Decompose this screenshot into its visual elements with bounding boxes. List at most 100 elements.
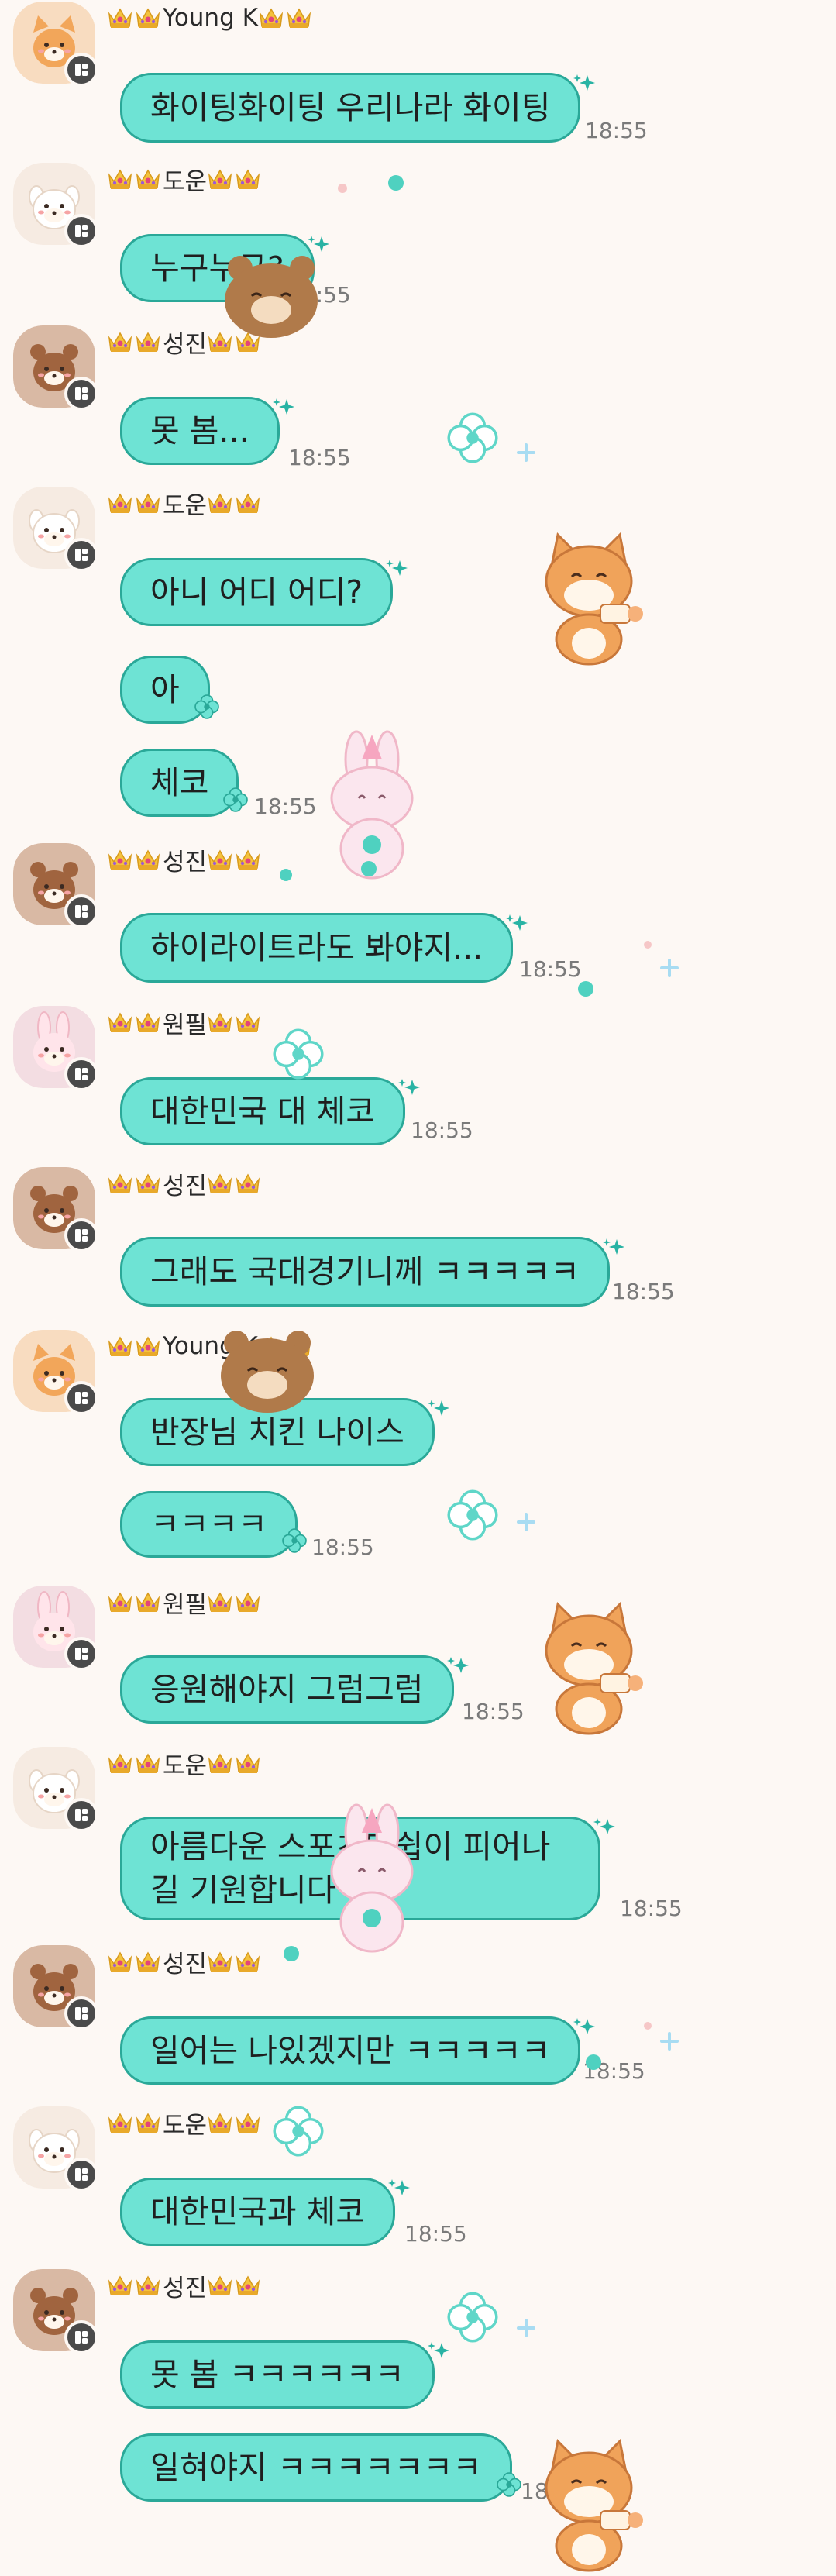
background-sticker — [659, 2030, 680, 2055]
sender-avatar[interactable] — [13, 1586, 98, 1671]
crown-suffix — [207, 1751, 263, 1775]
background-sticker — [360, 860, 377, 880]
crown-icon — [236, 2113, 260, 2133]
crown-icon — [236, 332, 260, 352]
sender-avatar[interactable] — [13, 2106, 98, 2192]
crown-icon — [108, 1753, 132, 1773]
crown-icon — [136, 2113, 160, 2133]
sender-avatar[interactable] — [13, 1167, 98, 1252]
message-text: ㅋㅋㅋㅋ — [150, 1506, 267, 1543]
message-bubble[interactable]: 일어는 나있겠지만 ㅋㅋㅋㅋㅋ — [120, 2016, 596, 2085]
sender-avatar[interactable] — [13, 325, 98, 411]
message-text: 아 — [150, 671, 180, 708]
crown-prefix — [107, 1590, 163, 1613]
plus-sparkle-icon — [517, 443, 535, 462]
message-bubble[interactable]: 못 봄 ㅋㅋㅋㅋㅋㅋ — [120, 2340, 449, 2409]
message-text: 아니 어디 어디? — [150, 573, 363, 611]
background-sticker — [515, 442, 537, 467]
sender-name-text: 도운 — [163, 167, 208, 196]
message-bubble[interactable]: ㅋㅋㅋㅋ — [120, 1491, 307, 1558]
message-timestamp: 18:55 — [521, 2478, 583, 2504]
profile-badge-icon — [64, 1637, 98, 1671]
sparkle-icon — [573, 2018, 596, 2034]
message-bubble[interactable]: 대한민국 대 체코 — [120, 1077, 421, 1145]
sender-name: 성진 — [107, 1166, 263, 1201]
bubble-sparkle — [426, 1390, 451, 1433]
message-timestamp: 18:55 — [311, 1534, 374, 1560]
clover-icon — [273, 2106, 324, 2157]
plus-sparkle-icon — [660, 2032, 679, 2051]
message-timestamp: 18:55 — [462, 1699, 525, 1724]
profile-badge-icon — [64, 377, 98, 411]
sender-avatar[interactable] — [13, 1945, 98, 2030]
message-bubble[interactable]: 못 봄... — [120, 397, 294, 465]
profile-badge-icon — [64, 2320, 98, 2354]
sender-name-text: 성진 — [163, 330, 208, 359]
sender-avatar[interactable] — [13, 1006, 98, 1091]
message-bubble[interactable]: 누구누구? — [120, 234, 329, 302]
dot-sparkle-icon — [644, 2022, 652, 2030]
profile-badge-icon — [64, 53, 98, 87]
crown-suffix — [207, 1172, 263, 1195]
clover-icon — [447, 412, 498, 463]
crown-icon — [108, 1951, 132, 1972]
sender-name: Young K — [107, 1328, 314, 1364]
message-bubble[interactable]: 아름다운 스포츠맨쉽이 피어나길 기원합니다 — [120, 1817, 615, 1920]
message-text: 일혀야지 ㅋㅋㅋㅋㅋㅋㅋ — [150, 2449, 482, 2486]
background-sticker — [515, 2317, 537, 2342]
crown-suffix — [258, 6, 314, 29]
message-bubble[interactable]: 일혀야지 ㅋㅋㅋㅋㅋㅋㅋ — [120, 2433, 521, 2502]
sender-name-text: 도운 — [163, 491, 208, 520]
message-bubble[interactable]: 하이라이트라도 봐야지... — [120, 913, 528, 983]
sender-avatar[interactable] — [13, 487, 98, 572]
message-text: 일어는 나있겠지만 ㅋㅋㅋㅋㅋ — [150, 2032, 551, 2069]
crown-prefix — [107, 491, 163, 515]
message-bubble[interactable]: 아 — [120, 656, 219, 724]
background-sticker — [515, 1511, 537, 1536]
sender-avatar[interactable] — [13, 843, 98, 928]
crown-icon — [208, 1012, 232, 1032]
sender-avatar[interactable] — [13, 2, 98, 87]
message-bubble[interactable]: 화이팅화이팅 우리나라 화이팅 — [120, 73, 596, 143]
crown-icon — [136, 1753, 160, 1773]
sparkle-icon — [593, 1818, 615, 1834]
clover-icon — [447, 1489, 498, 1541]
background-sticker — [643, 938, 652, 952]
message-bubble[interactable]: 체코 — [120, 749, 249, 817]
crown-icon — [287, 8, 311, 28]
crown-icon — [236, 1173, 260, 1193]
crown-icon — [236, 1012, 260, 1032]
dot-sparkle-icon — [578, 981, 593, 997]
crown-prefix — [107, 848, 163, 871]
crown-icon — [208, 2113, 232, 2133]
bubble-sparkle — [572, 64, 597, 108]
sender-avatar[interactable] — [13, 1747, 98, 1832]
message-bubble[interactable]: 그래도 국대경기니께 ㅋㅋㅋㅋㅋ — [120, 1237, 625, 1307]
message-timestamp: 18:55 — [411, 1118, 473, 1143]
sender-avatar[interactable] — [13, 2269, 98, 2354]
crown-icon — [287, 1336, 311, 1356]
background-sticker — [446, 411, 500, 468]
sender-avatar[interactable] — [13, 1330, 98, 1415]
message-bubble[interactable]: 아니 어디 어디? — [120, 558, 408, 626]
background-sticker — [279, 868, 293, 885]
sparkle-icon — [386, 560, 408, 576]
message-bubble[interactable]: 응원해야지 그럼그럼 — [120, 1655, 469, 1724]
message-text: 누구누구? — [150, 250, 284, 287]
fox-sticker — [545, 1601, 643, 1735]
sender-name: 성진 — [107, 2268, 263, 2303]
message-timestamp: 18:55 — [612, 1279, 675, 1304]
sender-name-text: 성진 — [163, 2274, 208, 2302]
sender-avatar[interactable] — [13, 163, 98, 248]
message-bubble[interactable]: 반장님 치킨 나이스 — [120, 1398, 449, 1466]
sparkle-icon — [307, 236, 329, 252]
message-bubble[interactable]: 대한민국과 체코 — [120, 2178, 411, 2246]
sender-name-text: Young K — [163, 4, 258, 32]
dot-sparkle-icon — [338, 184, 347, 193]
message-timestamp: 18:55 — [583, 2058, 645, 2084]
chat-room-background: Young K 화이팅화이팅 우리나라 화이팅 18:55 도운 누구누구? 18:55 성… — [0, 0, 836, 2572]
sender-name: 도운 — [107, 485, 263, 521]
plus-sparkle-icon — [517, 2319, 535, 2337]
crown-icon — [208, 1951, 232, 1972]
crown-prefix — [107, 6, 163, 29]
